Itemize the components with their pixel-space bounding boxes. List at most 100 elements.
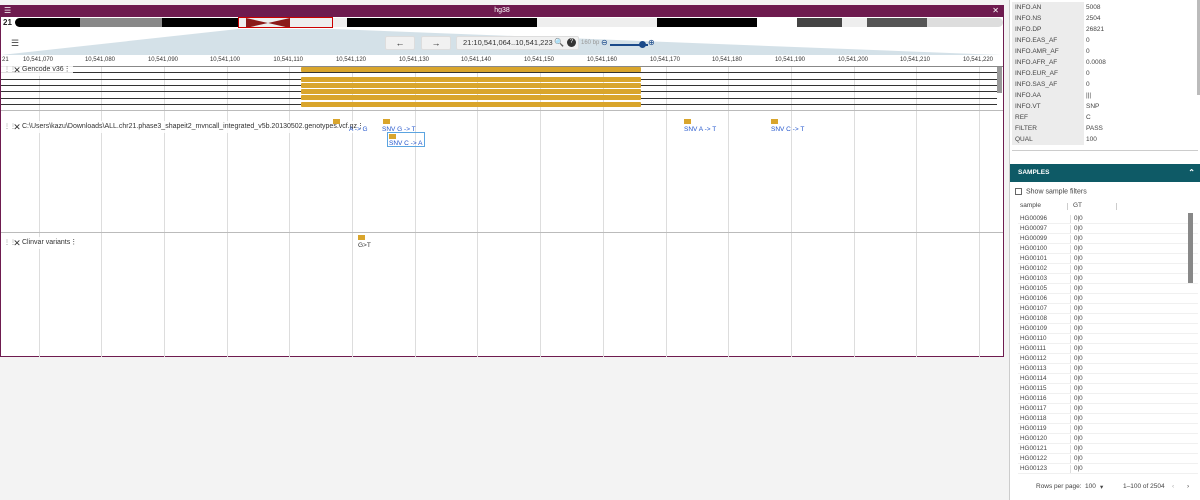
table-row[interactable]: HG00108 0|0: [1018, 314, 1198, 324]
info-key: QUAL: [1012, 134, 1084, 145]
info-row: INFO.AA |||: [1012, 90, 1196, 101]
coordinate-ruler[interactable]: 21 10,541,070 10,541,080 10,541,090 10,5…: [1, 55, 1003, 67]
table-row[interactable]: HG00101 0|0: [1018, 254, 1198, 264]
table-row[interactable]: HG00111 0|0: [1018, 344, 1198, 354]
ruler-tick: 10,541,190: [774, 57, 805, 63]
next-page-icon[interactable]: ›: [1187, 483, 1189, 490]
genotype: 0|0: [1074, 325, 1083, 332]
table-row[interactable]: HG00102 0|0: [1018, 264, 1198, 274]
exon[interactable]: [301, 95, 641, 100]
variant-label[interactable]: SNV C -> A: [389, 140, 422, 147]
close-track-icon[interactable]: ✕: [12, 64, 22, 76]
genotype: 0|0: [1074, 345, 1083, 352]
chevron-up-icon[interactable]: ⌃: [1188, 164, 1195, 182]
column-header-gt[interactable]: GT: [1073, 202, 1082, 209]
zoom-out-icon[interactable]: ⊖: [601, 38, 608, 47]
exon[interactable]: [301, 102, 641, 107]
forward-button[interactable]: →: [421, 36, 451, 50]
column-header-sample[interactable]: sample: [1020, 202, 1041, 209]
variant-feature[interactable]: [333, 119, 340, 124]
table-row[interactable]: HG00115 0|0: [1018, 384, 1198, 394]
drag-handle-icon[interactable]: ⋮⋮: [4, 64, 16, 76]
pagination-footer: Rows per page: 100 ▾ 1–100 of 2504 ‹ ›: [1009, 478, 1200, 496]
track-scrollbar[interactable]: [997, 67, 1002, 93]
table-row[interactable]: HG00110 0|0: [1018, 334, 1198, 344]
zoom-in-icon[interactable]: ⊕: [648, 38, 655, 47]
table-row[interactable]: HG00106 0|0: [1018, 294, 1198, 304]
sample-id: HG00096: [1020, 215, 1047, 222]
help-icon[interactable]: ?: [567, 38, 576, 47]
exon[interactable]: [301, 67, 641, 72]
exon[interactable]: [301, 89, 641, 94]
column-separator[interactable]: [1116, 203, 1117, 210]
samples-section-header[interactable]: SAMPLES ⌃: [1010, 164, 1200, 182]
table-row[interactable]: HG00116 0|0: [1018, 394, 1198, 404]
table-row[interactable]: HG00097 0|0: [1018, 224, 1198, 234]
variant-feature[interactable]: [383, 119, 390, 124]
table-row[interactable]: HG00120 0|0: [1018, 434, 1198, 444]
previous-page-icon[interactable]: ‹: [1172, 483, 1174, 490]
sample-id: HG00116: [1020, 395, 1047, 402]
checkbox[interactable]: [1015, 188, 1022, 195]
table-row[interactable]: HG00118 0|0: [1018, 414, 1198, 424]
show-sample-filters-toggle[interactable]: Show sample filters: [1015, 188, 1087, 195]
info-key: INFO.EAS_AF: [1012, 35, 1084, 46]
variant-label[interactable]: SNV A -> T: [684, 126, 716, 133]
table-row[interactable]: HG00117 0|0: [1018, 404, 1198, 414]
genotype: 0|0: [1074, 225, 1083, 232]
view-menu-icon[interactable]: ☰: [11, 38, 19, 49]
column-separator[interactable]: [1067, 203, 1068, 210]
close-track-icon[interactable]: ✕: [12, 121, 22, 133]
table-row[interactable]: HG00113 0|0: [1018, 364, 1198, 374]
clinvar-label[interactable]: G>T: [358, 242, 371, 249]
close-icon[interactable]: ✕: [992, 6, 999, 15]
table-row[interactable]: HG00119 0|0: [1018, 424, 1198, 434]
drag-handle-icon[interactable]: ⋮⋮: [4, 121, 16, 133]
genotype: 0|0: [1074, 295, 1083, 302]
cell-separator: [1070, 435, 1071, 443]
table-row[interactable]: HG00112 0|0: [1018, 354, 1198, 364]
variant-feature[interactable]: [771, 119, 778, 124]
exon[interactable]: [301, 83, 641, 88]
variant-feature[interactable]: [684, 119, 691, 124]
rows-per-page-select[interactable]: 100: [1085, 483, 1096, 490]
close-track-icon[interactable]: ✕: [12, 237, 22, 249]
track-menu-icon[interactable]: ⋮: [70, 237, 77, 249]
info-key: REF: [1012, 112, 1084, 123]
cell-separator: [1070, 225, 1071, 233]
table-row[interactable]: HG00100 0|0: [1018, 244, 1198, 254]
genotype: 0|0: [1074, 425, 1083, 432]
locus-input[interactable]: 21:10,541,064..10,541,223 🔍 ?: [456, 36, 579, 50]
track-menu-icon[interactable]: ⋮: [64, 64, 71, 76]
table-row[interactable]: HG00096 0|0: [1018, 214, 1198, 224]
exon[interactable]: [301, 77, 641, 82]
genotype: 0|0: [1074, 245, 1083, 252]
sample-id: HG00106: [1020, 295, 1047, 302]
back-button[interactable]: ←: [385, 36, 415, 50]
clinvar-feature[interactable]: [358, 235, 365, 240]
cell-separator: [1070, 215, 1071, 223]
table-row[interactable]: HG00121 0|0: [1018, 444, 1198, 454]
table-row[interactable]: HG00105 0|0: [1018, 284, 1198, 294]
variant-label[interactable]: A -> G: [349, 126, 368, 133]
cell-separator: [1070, 365, 1071, 373]
variant-feature[interactable]: [389, 134, 396, 139]
info-value: |||: [1086, 92, 1092, 99]
drag-handle-icon[interactable]: ⋮⋮: [4, 237, 16, 249]
variant-label[interactable]: SNV C -> T: [771, 126, 804, 133]
chevron-down-icon[interactable]: ▾: [1100, 483, 1103, 491]
table-row[interactable]: HG00122 0|0: [1018, 454, 1198, 464]
table-row[interactable]: HG00114 0|0: [1018, 374, 1198, 384]
table-row[interactable]: HG00103 0|0: [1018, 274, 1198, 284]
table-row[interactable]: HG00109 0|0: [1018, 324, 1198, 334]
genotype: 0|0: [1074, 385, 1083, 392]
samples-scrollbar[interactable]: [1188, 213, 1193, 283]
search-icon[interactable]: 🔍: [554, 37, 564, 49]
table-row[interactable]: HG00123 0|0: [1018, 464, 1198, 474]
table-row[interactable]: HG00107 0|0: [1018, 304, 1198, 314]
genotype: 0|0: [1074, 265, 1083, 272]
ideogram[interactable]: [15, 18, 1003, 27]
zoom-slider-handle[interactable]: [639, 41, 646, 48]
ruler-tick: 10,541,120: [335, 57, 366, 63]
table-row[interactable]: HG00099 0|0: [1018, 234, 1198, 244]
